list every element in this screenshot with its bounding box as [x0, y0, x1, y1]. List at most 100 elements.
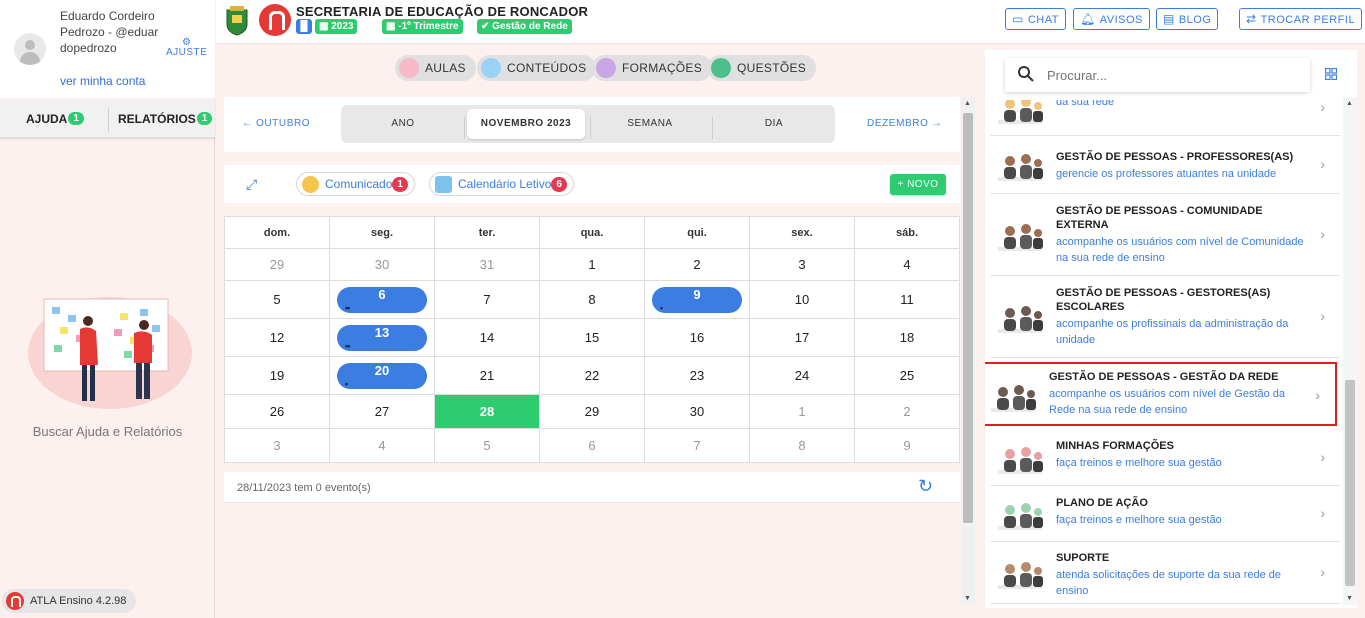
menu-item[interactable]: MINHAS FORMAÇÕES faça treinos e melhore s… [990, 430, 1340, 486]
year-chip[interactable]: ▦ 2023 [315, 19, 358, 34]
day-cell[interactable]: 29 [224, 248, 330, 281]
day-cell[interactable]: 30 [329, 248, 435, 281]
view-year[interactable]: ANO [344, 109, 462, 139]
day-cell[interactable]: 5 [224, 280, 330, 319]
calendar-icon [435, 176, 452, 193]
day-cell[interactable]: 30 [644, 394, 750, 429]
nav-questions[interactable]: QUESTÕES [707, 55, 817, 81]
day-cell[interactable]: 29 [539, 394, 645, 429]
menu-item[interactable]: GESTÃO DE PESSOAS - PROFESSORES(AS) geren… [990, 136, 1340, 194]
tab-reports[interactable]: RELATÓRIOS 1 [118, 112, 213, 126]
blog-button[interactable]: ▤ BLOG [1156, 8, 1219, 30]
nav-contents[interactable]: CONTEÚDOS [477, 55, 597, 81]
day-cell[interactable]: 4 [854, 248, 960, 281]
day-cell[interactable]: 9 • [644, 280, 750, 319]
scroll-up-icon[interactable]: ▲ [1346, 100, 1353, 107]
profile-chip[interactable]: ✔ Gestão de Rede [477, 19, 572, 34]
day-cell[interactable]: 2 [854, 394, 960, 429]
scroll-down-icon[interactable]: ▼ [1346, 595, 1353, 602]
menu-item[interactable]: GESTÃO DE PESSOAS - COMUNIDADE EXTERNA ac… [990, 194, 1340, 276]
day-cell[interactable]: 14 [434, 318, 540, 357]
notices-button[interactable]: 🔔︎ AVISOS [1073, 8, 1150, 30]
scrollbar-thumb[interactable] [1345, 380, 1355, 586]
search-box[interactable] [1005, 58, 1310, 92]
day-cell[interactable]: 23 [644, 356, 750, 395]
profile-chip-label: Gestão de Rede [492, 21, 568, 32]
day-cell[interactable]: 28 [434, 394, 540, 429]
day-cell[interactable]: 26 [224, 394, 330, 429]
day-cell[interactable]: 1 [749, 394, 855, 429]
tab-help[interactable]: AJUDA 1 [26, 112, 84, 126]
day-cell[interactable]: 19 [224, 356, 330, 395]
menu-item[interactable]: SUPORTE atenda solicitações de suporte da… [990, 542, 1340, 604]
day-cell[interactable]: 8 [749, 428, 855, 463]
day-cell[interactable]: 4 [329, 428, 435, 463]
atla-logo-icon[interactable] [259, 4, 291, 36]
day-cell[interactable]: 8 [539, 280, 645, 319]
day-cell[interactable]: 3 [224, 428, 330, 463]
view-month[interactable]: NOVEMBRO 2023 [467, 109, 585, 139]
menu-item[interactable]: PLANO DE AÇÃO faça treinos e melhore sua … [990, 486, 1340, 542]
day-cell[interactable]: 11 [854, 280, 960, 319]
avatar[interactable] [14, 33, 46, 65]
left-sidebar: Eduardo Cordeiro Pedrozo - @eduardopedro… [0, 0, 215, 618]
day-cell[interactable]: 6 •• [329, 280, 435, 319]
menu-item[interactable]: GESTÃO DE PESSOAS - GESTÃO DA REDE acompa… [985, 362, 1337, 426]
day-cell[interactable]: 20 • [329, 356, 435, 395]
day-cell[interactable]: 27 [329, 394, 435, 429]
day-cell[interactable]: 10 [749, 280, 855, 319]
view-day[interactable]: DIA [715, 109, 833, 139]
event-day-marker[interactable]: 6 •• [337, 287, 427, 313]
day-cell[interactable]: 1 [539, 248, 645, 281]
bar-chart-icon[interactable]: ▐▌ [296, 19, 312, 34]
search-input[interactable] [1047, 65, 1297, 85]
grid-view-icon[interactable] [1325, 68, 1337, 80]
next-month-link[interactable]: DEZEMBRO → [867, 118, 942, 129]
term-chip[interactable]: ▦ -1º Trimestre [382, 19, 463, 34]
adjust-button[interactable]: ⚙ AJUSTE [166, 38, 207, 59]
item-illustration-icon [996, 217, 1044, 257]
filter-school-calendar[interactable]: Calendário Letivo 6 [429, 172, 574, 196]
panel-scrollbar[interactable]: ▲ ▼ [1343, 97, 1357, 605]
day-cell[interactable]: 5 [434, 428, 540, 463]
day-cell[interactable]: 9 [854, 428, 960, 463]
event-day-marker[interactable]: 20 • [337, 363, 427, 389]
day-cell[interactable]: 12 [224, 318, 330, 357]
day-cell[interactable]: 24 [749, 356, 855, 395]
main-scrollbar[interactable]: ▲ ▼ [961, 97, 975, 605]
scroll-down-icon[interactable]: ▼ [964, 595, 971, 602]
account-link[interactable]: ver minha conta [60, 74, 145, 88]
day-cell[interactable]: 13 •• [329, 318, 435, 357]
nav-lessons[interactable]: AULAS [395, 55, 476, 81]
refresh-icon[interactable]: ↻ [918, 476, 933, 497]
day-cell[interactable]: 22 [539, 356, 645, 395]
day-cell[interactable]: 15 [539, 318, 645, 357]
scroll-up-icon[interactable]: ▲ [964, 100, 971, 107]
filter-announcement[interactable]: Comunicado 1 [296, 172, 415, 196]
day-cell[interactable]: 17 [749, 318, 855, 357]
version-badge[interactable]: ATLA Ensino 4.2.98 [2, 589, 137, 613]
day-cell[interactable]: 25 [854, 356, 960, 395]
new-event-button[interactable]: + NOVO [890, 174, 946, 195]
event-day-marker[interactable]: 9 • [652, 287, 742, 313]
menu-item[interactable]: veja detalhes do cotidiano das unidades … [990, 100, 1340, 136]
scrollbar-thumb[interactable] [963, 113, 973, 523]
lessons-icon [399, 58, 419, 78]
expand-icon[interactable]: ⤢ [246, 176, 257, 193]
day-cell[interactable]: 21 [434, 356, 540, 395]
chat-button[interactable]: ▭ CHAT [1005, 8, 1066, 30]
day-cell[interactable]: 2 [644, 248, 750, 281]
day-cell[interactable]: 16 [644, 318, 750, 357]
menu-item[interactable]: GESTÃO DE PESSOAS - GESTORES(AS) ESCOLAR… [990, 276, 1340, 358]
day-cell[interactable]: 7 [434, 280, 540, 319]
day-cell[interactable]: 3 [749, 248, 855, 281]
nav-trainings[interactable]: FORMAÇÕES [592, 55, 713, 81]
event-day-marker[interactable]: 13 •• [337, 325, 427, 351]
view-week[interactable]: SEMANA [591, 109, 709, 139]
day-cell[interactable]: 18 [854, 318, 960, 357]
day-cell[interactable]: 6 [539, 428, 645, 463]
day-cell[interactable]: 31 [434, 248, 540, 281]
switch-profile-button[interactable]: ⇄ TROCAR PERFIL [1239, 8, 1363, 30]
prev-month-link[interactable]: ← OUTUBRO [242, 118, 310, 129]
day-cell[interactable]: 7 [644, 428, 750, 463]
